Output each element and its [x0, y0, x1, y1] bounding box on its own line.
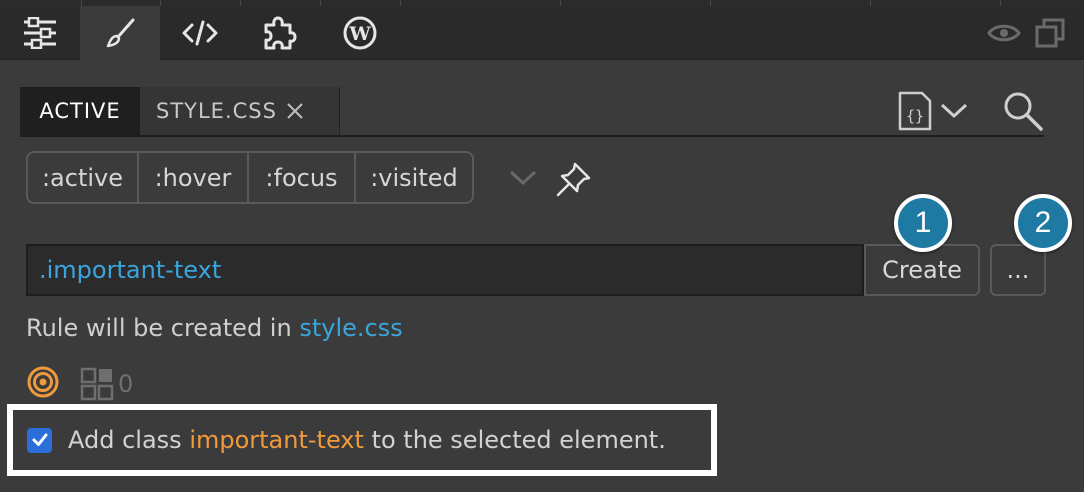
add-class-prefix: Add class: [68, 426, 182, 454]
specificity-row: 0: [26, 366, 133, 402]
add-class-name: important-text: [189, 426, 364, 454]
sliders-icon[interactable]: [0, 6, 80, 60]
add-class-option: Add class important-text to the selected…: [7, 404, 717, 476]
state-visited-button[interactable]: :visited: [356, 153, 472, 202]
puzzle-icon[interactable]: [240, 6, 320, 60]
specificity-count: 0: [118, 370, 134, 398]
stylesheet-link[interactable]: style.css: [299, 314, 402, 342]
eye-icon[interactable]: [984, 6, 1024, 60]
pseudo-state-group: :active :hover :focus :visited: [26, 151, 474, 204]
stylesheet-tabs: ACTIVE STYLE.CSS {}: [20, 87, 1044, 137]
search-icon[interactable]: [1002, 87, 1044, 135]
close-icon[interactable]: [285, 101, 305, 121]
code-icon[interactable]: [160, 6, 240, 60]
panel-toolbar: W: [0, 6, 1084, 60]
svg-text:W: W: [348, 23, 371, 45]
pin-icon[interactable]: [555, 160, 593, 202]
target-icon[interactable]: [26, 365, 60, 403]
state-active-button[interactable]: :active: [28, 153, 139, 202]
chevron-down-icon[interactable]: [505, 164, 541, 194]
state-focus-button[interactable]: :focus: [249, 153, 356, 202]
more-options-button[interactable]: ...: [990, 244, 1046, 296]
file-dropdown-button[interactable]: {}: [898, 87, 978, 135]
add-class-checkbox[interactable]: [27, 427, 52, 453]
tab-style-css-label: STYLE.CSS: [156, 99, 277, 123]
svg-text:{}: {}: [906, 107, 924, 125]
brush-icon[interactable]: [80, 6, 160, 60]
add-class-suffix: to the selected element.: [371, 426, 666, 454]
tab-active-label: ACTIVE: [39, 99, 121, 123]
wordpress-icon[interactable]: W: [320, 6, 400, 60]
tab-style-css[interactable]: STYLE.CSS: [140, 87, 340, 135]
selector-input[interactable]: .important-text: [26, 244, 864, 296]
rule-location-info: Rule will be created in style.css: [26, 314, 403, 342]
callout-badge-1: 1: [894, 194, 952, 252]
grid-icon[interactable]: [80, 367, 114, 401]
state-hover-button[interactable]: :hover: [139, 153, 249, 202]
add-class-label[interactable]: Add class important-text to the selected…: [68, 426, 666, 454]
tab-active[interactable]: ACTIVE: [20, 87, 140, 135]
duplicate-icon[interactable]: [1030, 6, 1070, 60]
callout-badge-2: 2: [1014, 194, 1072, 252]
info-prefix: Rule will be created in: [26, 314, 292, 342]
